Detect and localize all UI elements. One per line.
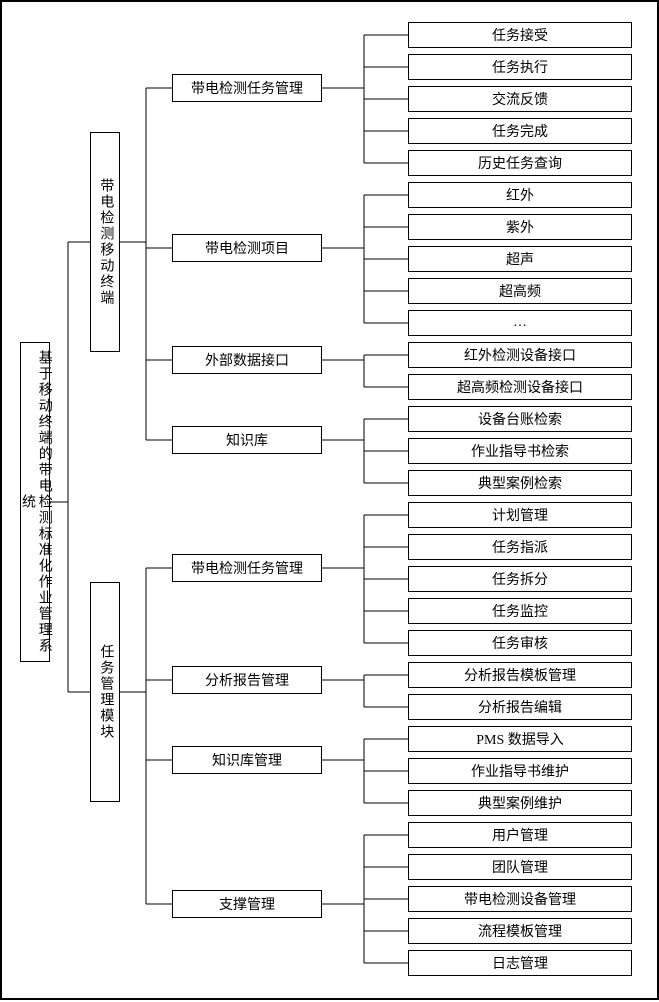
lvl3-node: 带电检测设备管理 bbox=[408, 886, 632, 912]
lvl3-node: PMS 数据导入 bbox=[408, 726, 632, 752]
lvl2-node-a4: 知识库 bbox=[172, 426, 322, 454]
lvl3-node: 历史任务查询 bbox=[408, 150, 632, 176]
lvl3-label: 分析报告模板管理 bbox=[464, 665, 576, 685]
lvl3-node: 红外检测设备接口 bbox=[408, 342, 632, 368]
lvl2-label: 分析报告管理 bbox=[205, 670, 289, 690]
lvl3-node: 作业指导书维护 bbox=[408, 758, 632, 784]
lvl3-label: 典型案例维护 bbox=[478, 793, 562, 813]
lvl3-label: 日志管理 bbox=[492, 953, 548, 973]
lvl3-node: 分析报告模板管理 bbox=[408, 662, 632, 688]
lvl2-node-a3: 外部数据接口 bbox=[172, 346, 322, 374]
lvl3-node: … bbox=[408, 310, 632, 336]
lvl3-label: PMS 数据导入 bbox=[476, 729, 564, 749]
lvl3-label: 流程模板管理 bbox=[478, 921, 562, 941]
lvl2-label: 知识库管理 bbox=[212, 750, 282, 770]
lvl2-node-b1: 带电检测任务管理 bbox=[172, 554, 322, 582]
lvl3-label: 任务接受 bbox=[492, 25, 548, 45]
lvl3-label: 任务审核 bbox=[492, 633, 548, 653]
lvl3-label: 带电检测设备管理 bbox=[464, 889, 576, 909]
lvl2-label: 带电检测项目 bbox=[205, 238, 289, 258]
lvl3-node: 作业指导书检索 bbox=[408, 438, 632, 464]
lvl3-label: 任务指派 bbox=[492, 537, 548, 557]
lvl3-label: 设备台账检索 bbox=[478, 409, 562, 429]
lvl3-label: 任务执行 bbox=[492, 57, 548, 77]
lvl3-node: 任务审核 bbox=[408, 630, 632, 656]
lvl3-label: … bbox=[513, 315, 527, 331]
lvl2-label: 带电检测任务管理 bbox=[191, 78, 303, 98]
lvl1-label: 任务管理模块 bbox=[97, 644, 114, 740]
lvl3-node: 典型案例维护 bbox=[408, 790, 632, 816]
lvl2-node-a2: 带电检测项目 bbox=[172, 234, 322, 262]
lvl3-label: 紫外 bbox=[506, 217, 534, 237]
lvl1-node-b: 任务管理模块 bbox=[90, 582, 120, 802]
diagram-canvas: 基于移动终端的带电检测标准化作业管理系统 带电检测移动终端 任务管理模块 带电检… bbox=[0, 0, 659, 1000]
lvl3-label: 任务监控 bbox=[492, 601, 548, 621]
lvl2-label: 外部数据接口 bbox=[205, 350, 289, 370]
root-node: 基于移动终端的带电检测标准化作业管理系统 bbox=[20, 342, 50, 662]
lvl3-label: 团队管理 bbox=[492, 857, 548, 877]
lvl3-node: 超声 bbox=[408, 246, 632, 272]
lvl2-label: 知识库 bbox=[226, 430, 268, 450]
lvl3-node: 任务拆分 bbox=[408, 566, 632, 592]
lvl3-node: 用户管理 bbox=[408, 822, 632, 848]
lvl3-label: 交流反馈 bbox=[492, 89, 548, 109]
lvl3-node: 超高频 bbox=[408, 278, 632, 304]
lvl3-label: 用户管理 bbox=[492, 825, 548, 845]
lvl3-node: 任务监控 bbox=[408, 598, 632, 624]
lvl3-label: 任务拆分 bbox=[492, 569, 548, 589]
lvl1-node-a: 带电检测移动终端 bbox=[90, 132, 120, 352]
lvl2-node-b4: 支撑管理 bbox=[172, 890, 322, 918]
lvl3-node: 交流反馈 bbox=[408, 86, 632, 112]
lvl2-node-a1: 带电检测任务管理 bbox=[172, 74, 322, 102]
lvl2-node-b3: 知识库管理 bbox=[172, 746, 322, 774]
lvl3-node: 典型案例检索 bbox=[408, 470, 632, 496]
lvl3-label: 超高频 bbox=[499, 281, 541, 301]
lvl3-node: 团队管理 bbox=[408, 854, 632, 880]
lvl2-node-b2: 分析报告管理 bbox=[172, 666, 322, 694]
lvl3-node: 红外 bbox=[408, 182, 632, 208]
lvl1-label: 带电检测移动终端 bbox=[97, 178, 114, 306]
lvl3-node: 流程模板管理 bbox=[408, 918, 632, 944]
root-label: 基于移动终端的带电检测标准化作业管理系统 bbox=[18, 349, 52, 655]
lvl3-node: 任务执行 bbox=[408, 54, 632, 80]
lvl3-label: 红外 bbox=[506, 185, 534, 205]
lvl3-node: 超高频检测设备接口 bbox=[408, 374, 632, 400]
lvl3-label: 超声 bbox=[506, 249, 534, 269]
lvl3-label: 计划管理 bbox=[492, 505, 548, 525]
lvl3-label: 超高频检测设备接口 bbox=[457, 377, 583, 397]
lvl3-node: 紫外 bbox=[408, 214, 632, 240]
lvl3-label: 典型案例检索 bbox=[478, 473, 562, 493]
lvl3-node: 任务完成 bbox=[408, 118, 632, 144]
lvl3-label: 作业指导书检索 bbox=[471, 441, 569, 461]
lvl2-label: 带电检测任务管理 bbox=[191, 558, 303, 578]
lvl3-node: 分析报告编辑 bbox=[408, 694, 632, 720]
lvl3-label: 红外检测设备接口 bbox=[464, 345, 576, 365]
lvl3-label: 作业指导书维护 bbox=[471, 761, 569, 781]
lvl3-label: 分析报告编辑 bbox=[478, 697, 562, 717]
lvl3-node: 计划管理 bbox=[408, 502, 632, 528]
lvl3-label: 历史任务查询 bbox=[478, 153, 562, 173]
lvl3-node: 任务指派 bbox=[408, 534, 632, 560]
lvl3-node: 设备台账检索 bbox=[408, 406, 632, 432]
lvl3-node: 任务接受 bbox=[408, 22, 632, 48]
lvl3-label: 任务完成 bbox=[492, 121, 548, 141]
lvl3-node: 日志管理 bbox=[408, 950, 632, 976]
lvl2-label: 支撑管理 bbox=[219, 894, 275, 914]
